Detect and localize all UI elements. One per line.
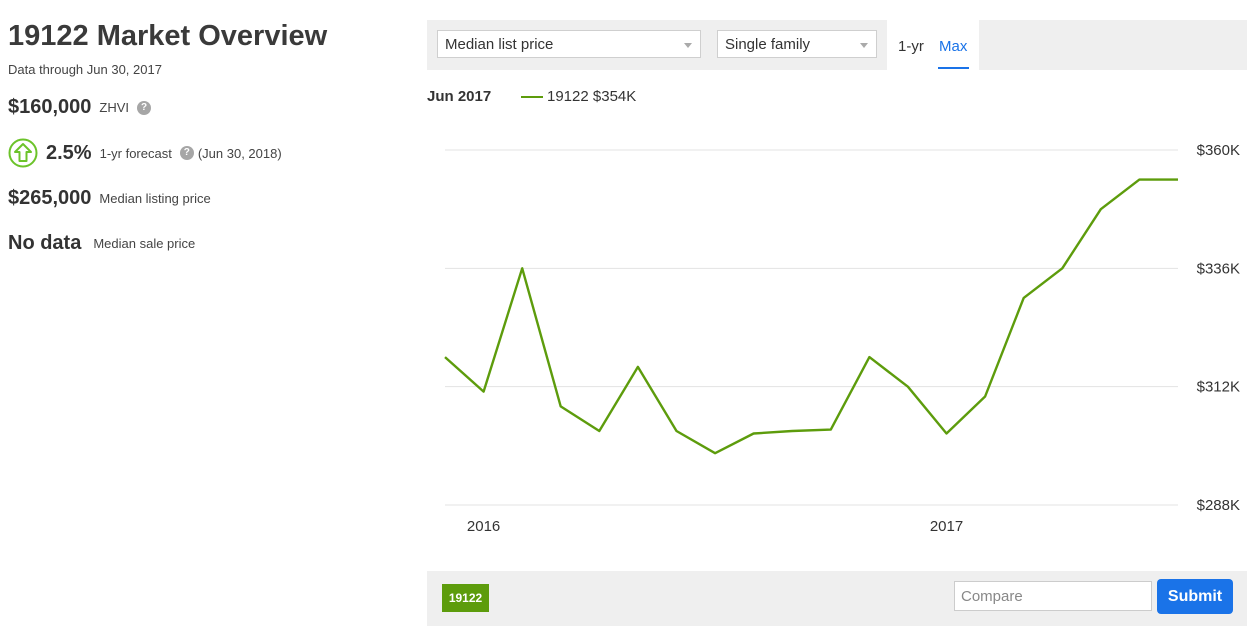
price-line-chart[interactable]: $288K $312K $336K $360K 2016 2017	[0, 0, 1250, 560]
y-tick-label: $312K	[1197, 379, 1240, 396]
x-tick-label: 2017	[930, 518, 963, 535]
y-tick-label: $288K	[1197, 497, 1240, 514]
region-tag[interactable]: 19122	[442, 584, 489, 612]
y-tick-label: $336K	[1197, 260, 1240, 277]
x-tick-label: 2016	[467, 518, 500, 535]
submit-button[interactable]: Submit	[1157, 579, 1233, 614]
series-line-19122[interactable]	[444, 178, 1178, 455]
compare-bar: 19122 Submit	[427, 571, 1247, 626]
compare-input[interactable]	[954, 581, 1152, 611]
y-tick-label: $360K	[1197, 142, 1240, 159]
